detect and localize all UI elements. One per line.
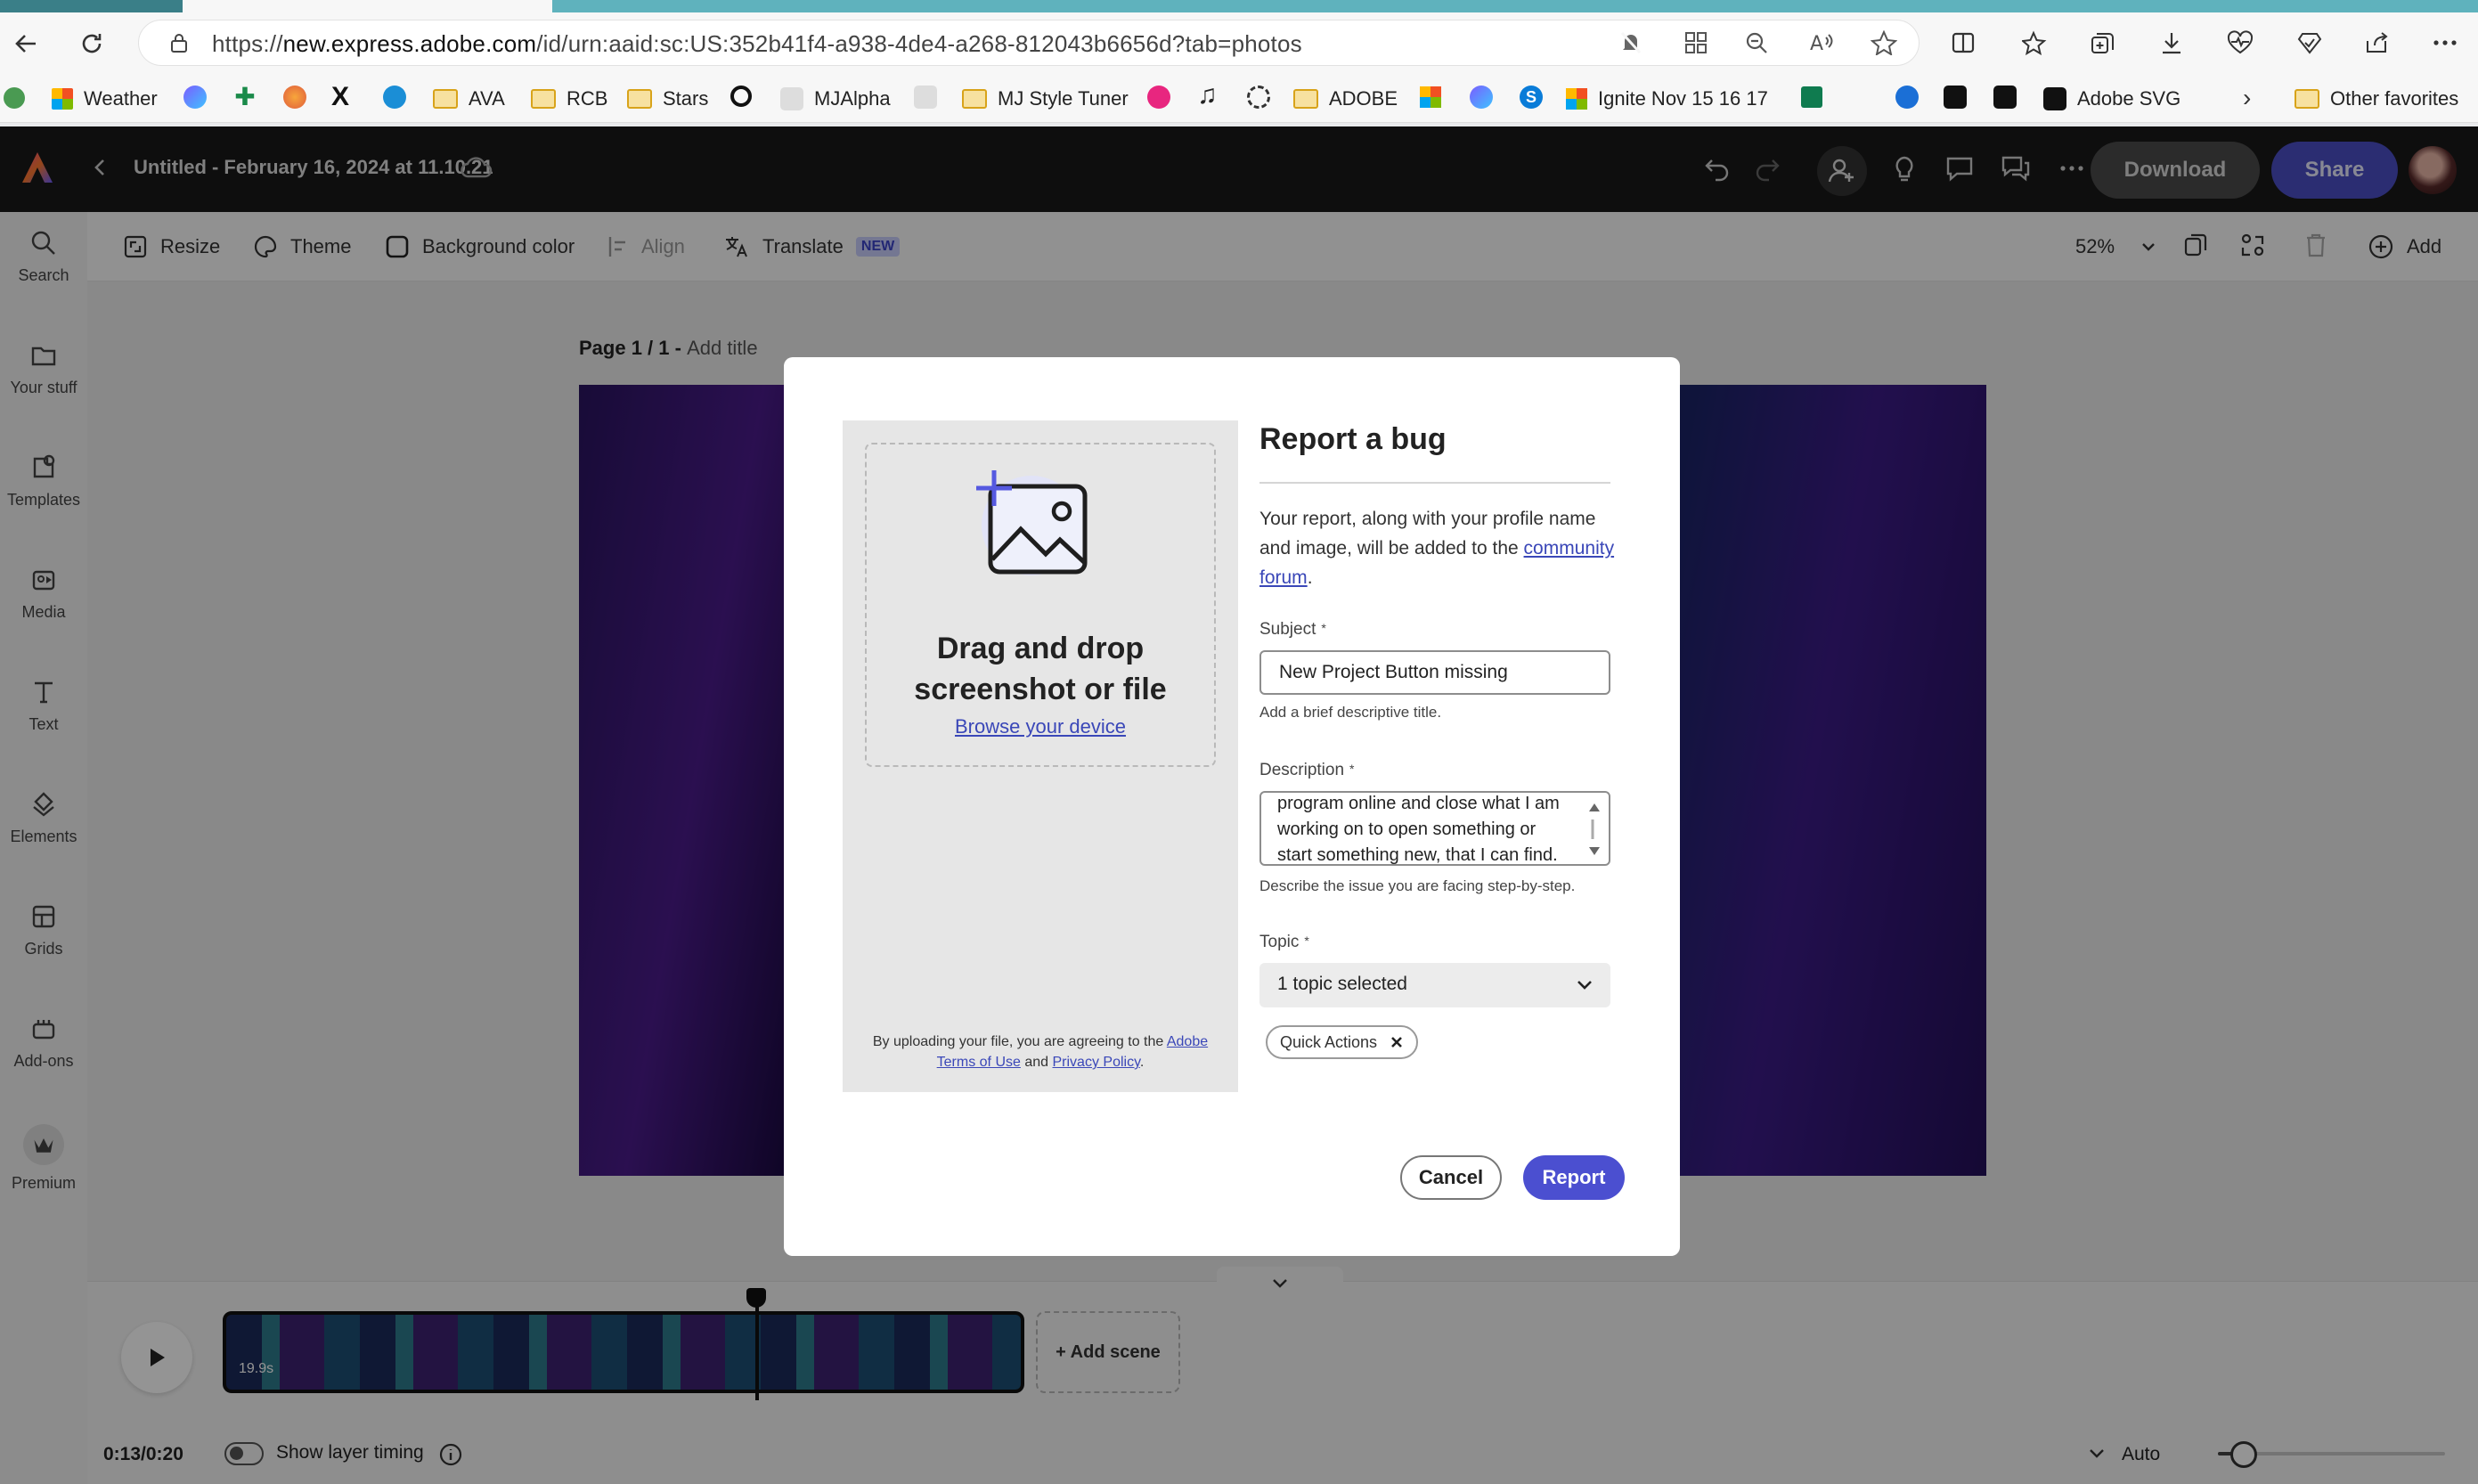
collections-icon[interactable]	[2090, 30, 2116, 55]
copilot-bookmark-icon-2[interactable]	[1470, 86, 1493, 109]
bookmark-mjalpha[interactable]: MJAlpha	[780, 85, 891, 113]
browse-device-link[interactable]: Browse your device	[865, 715, 1216, 738]
topic-chip: Quick Actions	[1266, 1025, 1419, 1059]
bookmark-ignite[interactable]: Ignite Nov 15 16 17	[1566, 85, 1768, 113]
description-scrollbar[interactable]	[1585, 800, 1603, 859]
folder-icon	[531, 89, 556, 109]
x-icon[interactable]: X	[331, 82, 349, 112]
folder-icon	[627, 89, 652, 109]
browser-essentials-icon[interactable]	[2227, 30, 2254, 55]
folder-icon	[2295, 89, 2319, 109]
active-tab[interactable]	[183, 0, 552, 12]
microsoft-bookmark-icon[interactable]	[1420, 86, 1441, 108]
inactive-tab[interactable]	[0, 0, 183, 12]
svg-text:A: A	[1810, 33, 1823, 55]
firefox-bookmark-icon[interactable]	[283, 86, 306, 109]
subject-label: Subject *	[1259, 620, 1326, 639]
music-icon[interactable]: ♫	[1197, 80, 1218, 110]
pink-bookmark-icon[interactable]	[1147, 86, 1170, 109]
description-field[interactable]: program online and close what I am worki…	[1259, 791, 1610, 866]
downloads-icon[interactable]	[2159, 30, 2184, 55]
folder-icon	[962, 89, 987, 109]
bookmark-ava[interactable]: AVA	[433, 85, 505, 113]
adobe-icon	[2043, 87, 2066, 110]
remove-chip-icon[interactable]	[1390, 1035, 1404, 1049]
c-logo-icon[interactable]	[730, 86, 752, 107]
bookmark-mj-style-tuner[interactable]: MJ Style Tuner	[962, 85, 1129, 113]
notifications-off-icon[interactable]	[1619, 30, 1642, 55]
lock-icon[interactable]	[169, 32, 189, 53]
bookmark-adobe[interactable]: ADOBE	[1293, 85, 1398, 113]
edge-icon[interactable]	[1895, 86, 1919, 109]
copilot-bookmark-icon[interactable]	[183, 86, 207, 109]
cancel-button[interactable]: Cancel	[1400, 1155, 1502, 1200]
chevron-right-icon[interactable]: ›	[2243, 84, 2251, 112]
upload-terms: By uploading your file, you are agreeing…	[872, 1034, 1209, 1070]
read-aloud-icon[interactable]: A	[1808, 30, 1835, 55]
bookmark-other-favorites[interactable]: Other favorites	[2295, 85, 2458, 113]
browser-tab-strip	[0, 0, 2478, 12]
description-help: Describe the issue you are facing step-b…	[1259, 877, 1576, 894]
more-options-icon[interactable]	[2432, 30, 2458, 55]
sheets-icon[interactable]	[1801, 86, 1822, 108]
mj-icon	[780, 87, 803, 110]
subject-field[interactable]: New Project Button missing	[1259, 650, 1610, 695]
skype-icon[interactable]: S	[1520, 86, 1543, 109]
bookmark-rcb[interactable]: RCB	[531, 85, 607, 113]
plus-bookmark-icon[interactable]: ✚	[233, 85, 257, 110]
folder-icon	[1293, 89, 1318, 109]
description-label: Description *	[1259, 761, 1355, 779]
bookmark-stars[interactable]: Stars	[627, 85, 708, 113]
adobe-express-icon[interactable]	[1944, 86, 1967, 109]
add-image-icon	[969, 467, 1103, 584]
title-divider	[1259, 482, 1610, 484]
bookmark-weather[interactable]: Weather	[52, 85, 158, 113]
dialog-title: Report a bug	[1259, 422, 1447, 456]
split-screen-icon[interactable]	[1951, 30, 1976, 55]
description-text[interactable]: program online and close what I am worki…	[1277, 793, 1571, 864]
drop-title: Drag and drop screenshot or file	[914, 632, 1167, 706]
topic-label: Topic *	[1259, 933, 1309, 951]
folder-icon	[433, 89, 458, 109]
favorite-star-icon[interactable]	[1871, 30, 1897, 55]
dialog-intro: Your report, along with your profile nam…	[1259, 509, 1615, 588]
favorites-icon[interactable]	[2022, 30, 2049, 55]
share-page-icon[interactable]	[2364, 30, 2391, 55]
microsoft-icon	[1566, 88, 1587, 110]
reload-icon[interactable]	[78, 30, 105, 57]
zoom-out-icon[interactable]	[1744, 30, 1769, 55]
privacy-policy-link[interactable]: Privacy Policy	[1053, 1055, 1140, 1070]
chevron-down-icon[interactable]	[1575, 976, 1594, 994]
adobe-express-icon-2[interactable]	[1993, 86, 2017, 109]
report-button[interactable]: Report	[1523, 1155, 1625, 1200]
microsoft-icon	[52, 88, 73, 110]
app-available-icon[interactable]	[1683, 30, 1708, 55]
url-text[interactable]: https://new.express.adobe.com/id/urn:aai…	[212, 30, 1302, 58]
loading-bookmark-icon[interactable]	[1247, 86, 1270, 109]
bookmark-adobe-svg[interactable]: Adobe SVG	[2043, 85, 2180, 113]
copilot-icon[interactable]	[2296, 30, 2323, 55]
edge-feature-icon[interactable]	[4, 87, 25, 109]
back-icon[interactable]	[12, 30, 39, 57]
topic-dropdown[interactable]: 1 topic selected	[1259, 963, 1610, 1007]
subject-help: Add a brief descriptive title.	[1259, 704, 1442, 721]
mj-sail-icon[interactable]	[914, 86, 937, 109]
blue-bookmark-icon[interactable]	[383, 86, 406, 109]
